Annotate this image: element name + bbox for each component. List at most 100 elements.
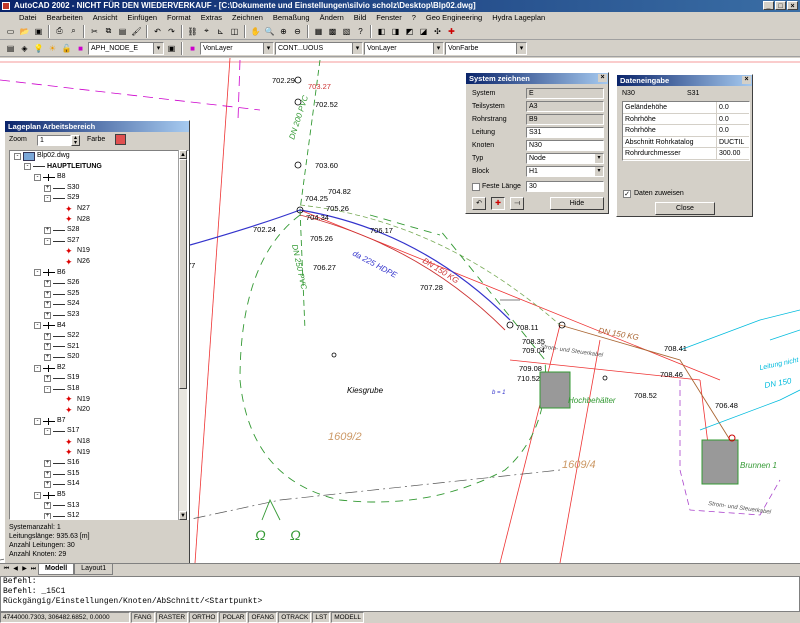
tree-node[interactable]: N28 <box>10 214 188 226</box>
system-field-leitung[interactable]: S31 <box>526 127 604 138</box>
tree-node[interactable]: - B2 <box>10 363 188 374</box>
menu-item-3[interactable]: Einfügen <box>122 12 162 23</box>
design-center-icon[interactable]: ▩ <box>326 25 339 38</box>
menu-item-12[interactable]: Geo Engineering <box>421 12 487 23</box>
expand-icon[interactable]: + <box>44 290 51 298</box>
close-icon[interactable]: × <box>742 76 751 84</box>
feste-laenge-checkbox[interactable] <box>472 183 480 191</box>
tree-node[interactable]: + S15 <box>10 469 188 480</box>
dateneingabe-row[interactable]: Abschnitt Rohrkatalog DUCTIL <box>623 136 749 149</box>
tree-node[interactable]: - B4 <box>10 321 188 332</box>
tab-first-icon[interactable]: ⏮ <box>2 565 11 574</box>
tree-node[interactable]: - S18 <box>10 384 188 395</box>
dateneingabe-value[interactable]: 0.0 <box>717 125 729 136</box>
tree-node[interactable]: N27 <box>10 204 188 215</box>
status-toggle-fang[interactable]: FANG <box>131 612 155 623</box>
tree-node[interactable]: + S26 <box>10 278 188 289</box>
tree-node[interactable]: + S12 <box>10 511 188 519</box>
tree-node[interactable]: + S28 <box>10 225 188 236</box>
undo-segment-button[interactable]: ↶ <box>472 197 486 210</box>
farbe-color-swatch[interactable] <box>115 134 126 145</box>
ucs-icon[interactable]: ⊾ <box>214 25 227 38</box>
expand-icon[interactable]: + <box>44 184 51 192</box>
scroll-up-icon[interactable]: ▲ <box>179 150 187 159</box>
tree-node[interactable]: - S27 <box>10 236 188 247</box>
tree-node[interactable]: + S13 <box>10 501 188 512</box>
tree-node[interactable]: - B5 <box>10 490 188 501</box>
undo-icon[interactable]: ↶ <box>151 25 164 38</box>
menu-item-13[interactable]: Hydra Lageplan <box>487 12 550 23</box>
expand-icon[interactable]: + <box>44 311 51 319</box>
redo-icon[interactable]: ↷ <box>165 25 178 38</box>
collapse-icon[interactable]: - <box>34 322 41 330</box>
osnap-icon[interactable]: ⌖ <box>200 25 213 38</box>
pick-node-button[interactable]: ✚ <box>491 197 505 210</box>
paste-icon[interactable]: ▤ <box>116 25 129 38</box>
tool-palette-icon[interactable]: ▧ <box>340 25 353 38</box>
lineweight-select[interactable]: VonLayer <box>364 41 444 55</box>
menu-item-10[interactable]: Fenster <box>371 12 406 23</box>
hide-button[interactable]: Hide <box>550 197 604 210</box>
plotstyle-select[interactable]: VonFarbe <box>445 41 527 55</box>
color-select[interactable]: VonLayer <box>200 41 274 55</box>
zoom-input[interactable]: 1 <box>37 135 71 146</box>
tree-node[interactable]: + S30 <box>10 183 188 194</box>
tree-node[interactable]: N19 <box>10 447 188 459</box>
menu-item-1[interactable]: Bearbeiten <box>42 12 88 23</box>
make-current-layer-icon[interactable]: ▣ <box>165 42 178 55</box>
dateneingabe-value[interactable]: 300.00 <box>717 148 740 159</box>
menu-item-2[interactable]: Ansicht <box>88 12 123 23</box>
tree-node[interactable]: + S19 <box>10 373 188 384</box>
menu-item-5[interactable]: Extras <box>196 12 227 23</box>
expand-icon[interactable]: + <box>44 502 51 510</box>
expand-icon[interactable]: + <box>44 343 51 351</box>
scroll-thumb[interactable] <box>179 159 187 389</box>
maximize-button[interactable]: □ <box>775 1 786 10</box>
status-toggle-otrack[interactable]: OTRACK <box>278 612 312 623</box>
collapse-icon[interactable]: - <box>24 163 31 171</box>
match-properties-icon[interactable]: 🖌 <box>130 25 143 38</box>
expand-icon[interactable]: + <box>44 354 51 362</box>
expand-icon[interactable]: + <box>44 470 51 478</box>
tab-layout1[interactable]: Layout1 <box>74 564 114 575</box>
collapse-icon[interactable]: - <box>44 195 51 203</box>
tree-node[interactable]: + S25 <box>10 289 188 300</box>
tree-node[interactable]: + S20 <box>10 352 188 363</box>
tree-node[interactable]: - HAUPTLEITUNG <box>10 162 188 173</box>
menu-item-11[interactable]: ? <box>407 12 421 23</box>
tree-scrollbar[interactable]: ▲ ▼ <box>178 150 187 520</box>
menu-item-8[interactable]: Ändern <box>315 12 349 23</box>
system-field-block[interactable]: H1 <box>526 166 604 177</box>
tree-node[interactable]: - B6 <box>10 268 188 279</box>
menu-item-7[interactable]: Bemaßung <box>268 12 315 23</box>
collapse-icon[interactable]: - <box>44 385 51 393</box>
layer-state-icon[interactable]: ◈ <box>18 42 31 55</box>
hyperlink-icon[interactable]: ⛓ <box>186 25 199 38</box>
expand-icon[interactable]: + <box>44 375 51 383</box>
dateneingabe-value[interactable]: 0.0 <box>717 102 729 113</box>
tree-node[interactable]: + S14 <box>10 479 188 490</box>
tree-node[interactable]: N19 <box>10 246 188 257</box>
close-icon[interactable]: × <box>598 74 607 82</box>
dateneingabe-value[interactable]: DUCTIL <box>717 137 744 148</box>
tree-node[interactable]: + S23 <box>10 310 188 321</box>
status-toggle-polar[interactable]: POLAR <box>219 612 248 623</box>
tree-node[interactable]: N26 <box>10 257 188 268</box>
collapse-icon[interactable]: - <box>34 364 41 372</box>
tree-node[interactable]: - S29 <box>10 193 188 204</box>
close-button[interactable]: Close <box>655 202 715 215</box>
zoom-window-icon[interactable]: ⊕ <box>277 25 290 38</box>
tree-node[interactable]: N18 <box>10 437 188 448</box>
tree-node[interactable]: + S21 <box>10 342 188 353</box>
expand-icon[interactable]: + <box>44 332 51 340</box>
tab-last-icon[interactable]: ⏭ <box>29 565 38 574</box>
tab-prev-icon[interactable]: ◀ <box>11 565 20 574</box>
print-icon[interactable]: ⎙ <box>53 25 66 38</box>
new-file-icon[interactable]: ▭ <box>4 25 17 38</box>
menu-item-0[interactable]: Datei <box>14 12 42 23</box>
properties-icon[interactable]: ▦ <box>312 25 325 38</box>
dateneingabe-row[interactable]: Geländehöhe 0.0 <box>623 102 749 114</box>
feste-laenge-input[interactable]: 30 <box>526 181 604 192</box>
tree-node[interactable]: + S22 <box>10 331 188 342</box>
command-line[interactable]: Befehl: Befehl: _15C1 Rückgängig/Einstel… <box>0 576 800 612</box>
